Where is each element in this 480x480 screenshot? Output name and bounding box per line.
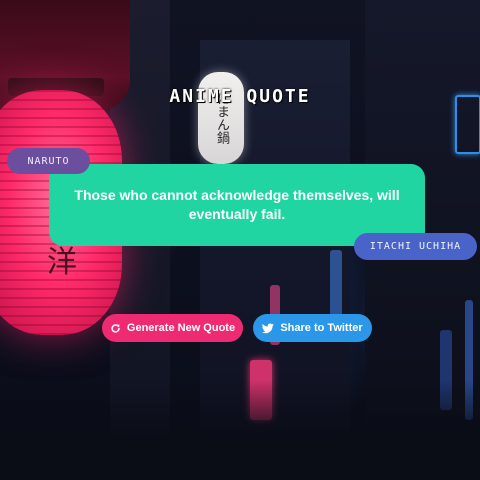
refresh-icon: [110, 323, 121, 334]
background-street: [0, 380, 480, 480]
quote-text: Those who cannot acknowledge themselves,…: [74, 187, 400, 222]
share-twitter-label: Share to Twitter: [280, 322, 363, 334]
generate-quote-button[interactable]: Generate New Quote: [102, 314, 243, 342]
character-name-badge: ITACHI UCHIHA: [354, 233, 477, 260]
anime-name-badge: NARUTO: [7, 148, 90, 174]
twitter-icon: [262, 323, 275, 334]
background-neon-sign: [330, 250, 342, 320]
share-twitter-button[interactable]: Share to Twitter: [253, 314, 372, 342]
app-screen: にまん鍋 満洋 ANIME QUOTE Those who cannot ack…: [0, 0, 480, 480]
generate-quote-label: Generate New Quote: [126, 322, 236, 334]
page-title: ANIME QUOTE: [169, 86, 311, 107]
